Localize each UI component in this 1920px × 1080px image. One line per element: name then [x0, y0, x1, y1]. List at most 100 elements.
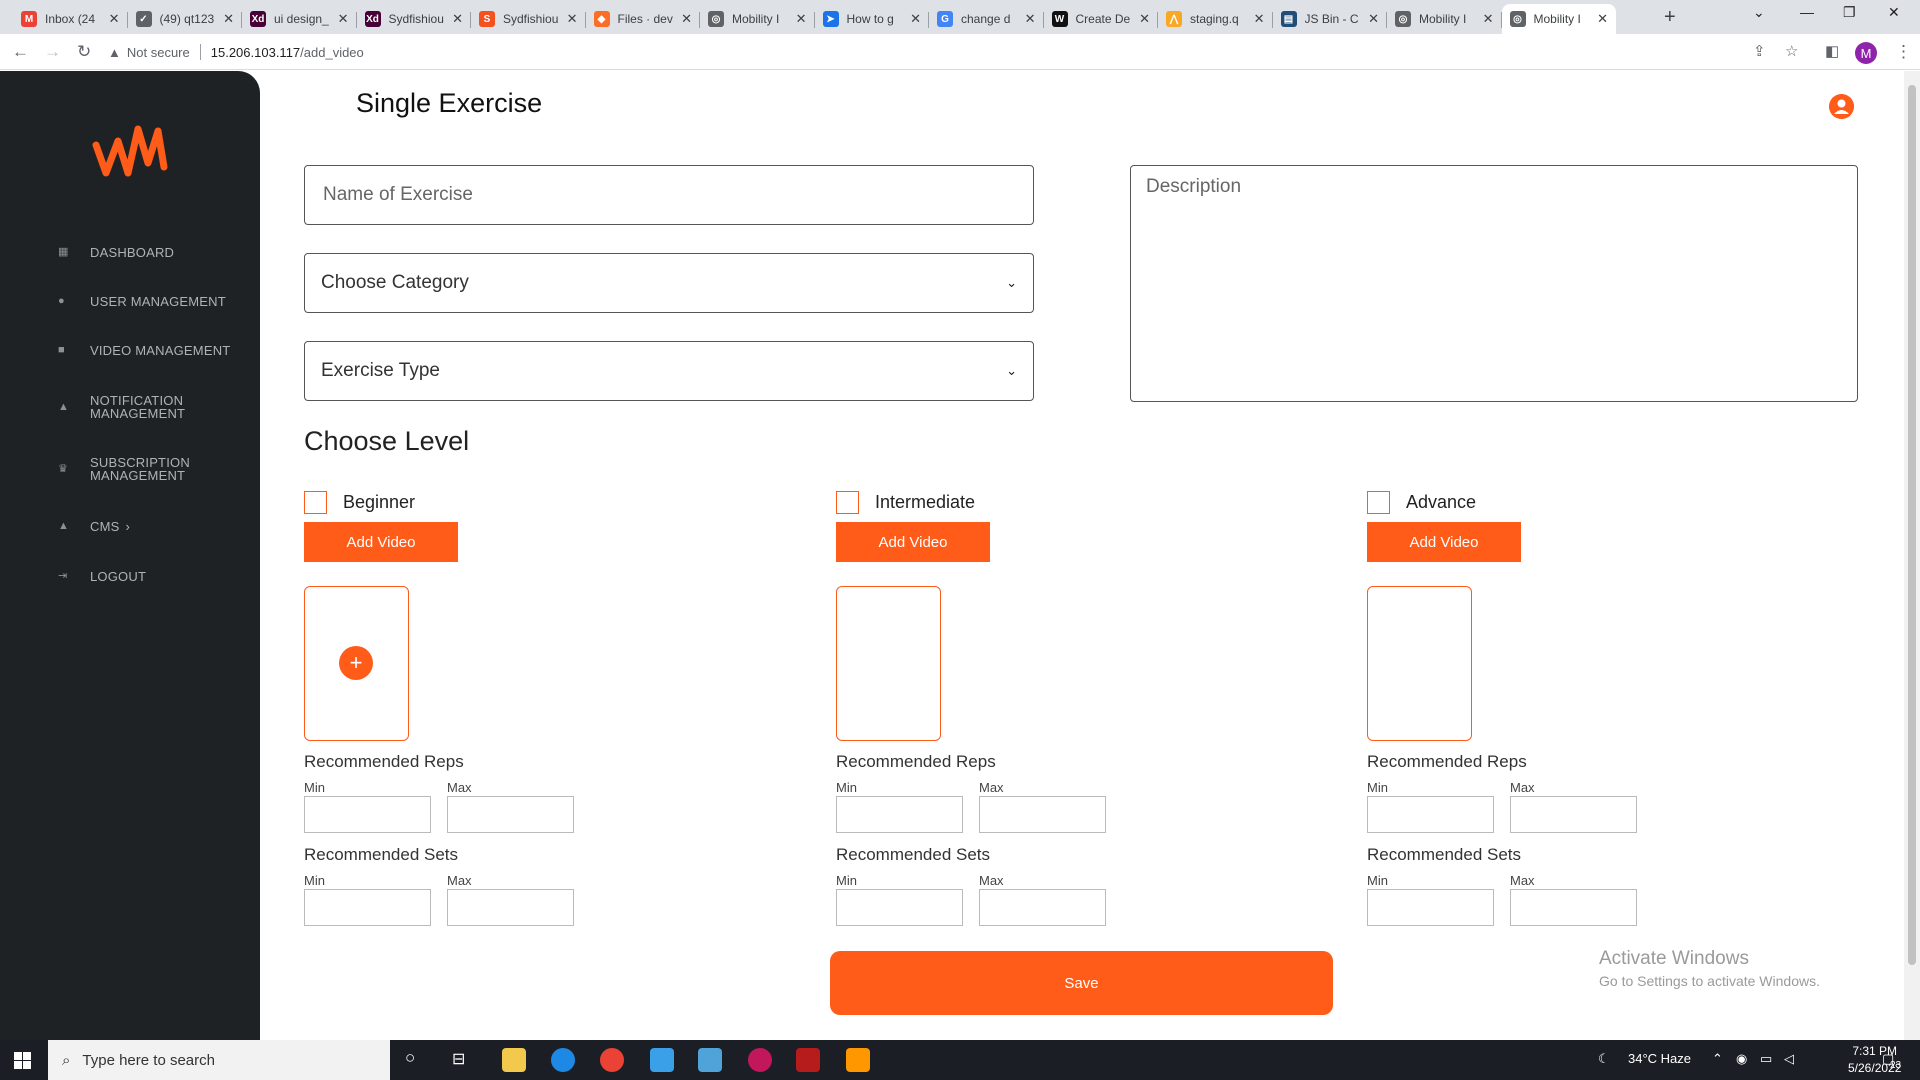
weather-text[interactable]: 34°C Haze [1628, 1051, 1691, 1066]
tab-favicon: Xd [250, 11, 266, 27]
reps-max-input[interactable] [979, 796, 1106, 833]
address-bar[interactable]: ▲ Not secure 15.206.103.117 /add_video [108, 37, 1788, 67]
browser-tab[interactable]: Xd ui design_ ✕ [242, 4, 357, 34]
scrollbar-thumb[interactable] [1908, 85, 1916, 965]
tab-favicon: Xd [364, 11, 381, 27]
minimize-icon[interactable]: — [1800, 4, 1814, 20]
browser-menu-icon[interactable]: ⋮ [1895, 42, 1912, 62]
bookmark-star-icon[interactable]: ☆ [1785, 42, 1798, 60]
add-video-button[interactable]: Add Video [1367, 522, 1521, 562]
tab-close-icon[interactable]: ✕ [567, 11, 578, 27]
browser-tab[interactable]: ▤ JS Bin - C ✕ [1273, 4, 1387, 34]
sidebar-item-video-management[interactable]: ■ VIDEO MANAGEMENT [58, 344, 230, 357]
windows-start-icon[interactable] [14, 1052, 31, 1069]
sets-max-input[interactable] [1510, 889, 1637, 926]
reps-min-input[interactable] [1367, 796, 1494, 833]
sets-min-input[interactable] [304, 889, 431, 926]
close-window-icon[interactable]: ✕ [1888, 4, 1900, 21]
description-textarea[interactable] [1130, 165, 1858, 402]
sets-max-input[interactable] [447, 889, 574, 926]
add-video-button[interactable]: Add Video [836, 522, 990, 562]
sets-max-input[interactable] [979, 889, 1106, 926]
tab-close-icon[interactable]: ✕ [1483, 11, 1494, 27]
browser-tab[interactable]: ⋀ staging.q ✕ [1158, 4, 1273, 34]
reload-icon[interactable]: ↻ [77, 42, 91, 62]
skype-icon[interactable] [650, 1048, 674, 1072]
exercise-name-input[interactable] [304, 165, 1034, 225]
tab-close-icon[interactable]: ✕ [1139, 11, 1150, 27]
browser-tab[interactable]: S Sydfishiou ✕ [471, 4, 586, 34]
weather-icon[interactable]: ☾ [1598, 1051, 1610, 1067]
tab-close-icon[interactable]: ✕ [109, 11, 120, 27]
tab-close-icon[interactable]: ✕ [338, 11, 349, 27]
edge-icon[interactable] [551, 1048, 575, 1072]
browser-tab[interactable]: ◎ Mobility I ✕ [1501, 4, 1616, 34]
video-upload-box[interactable] [1367, 586, 1472, 741]
tab-close-icon[interactable]: ✕ [796, 11, 807, 27]
browser-tab[interactable]: ✓ (49) qt123 ✕ [128, 4, 242, 34]
tab-close-icon[interactable]: ✕ [1368, 11, 1379, 27]
side-panel-icon[interactable]: ◧ [1825, 42, 1839, 60]
sets-min-input[interactable] [836, 889, 963, 926]
profile-avatar[interactable]: M [1855, 42, 1877, 64]
back-icon[interactable]: ← [12, 42, 29, 62]
level-checkbox[interactable] [304, 491, 327, 514]
tab-favicon: W [1051, 11, 1068, 27]
sublime-icon[interactable] [846, 1048, 870, 1072]
page-scrollbar[interactable] [1904, 71, 1920, 1040]
display-icon[interactable]: ▭ [1760, 1051, 1772, 1067]
taskbar-search[interactable]: ⌕ Type here to search [48, 1040, 390, 1080]
exercise-type-select[interactable]: Exercise Type ⌄ [304, 341, 1034, 401]
sidebar-item-notification-management[interactable]: ▲ NOTIFICATION MANAGEMENT [58, 394, 185, 420]
browser-tab[interactable]: ➤ How to g ✕ [815, 4, 929, 34]
tab-close-icon[interactable]: ✕ [1597, 11, 1608, 27]
sidebar-item-user-management[interactable]: ● USER MANAGEMENT [58, 295, 226, 308]
reps-min-input[interactable] [304, 796, 431, 833]
forward-icon[interactable]: → [44, 42, 61, 62]
tray-chevron-icon[interactable]: ⌃ [1712, 1051, 1723, 1067]
filezilla-icon[interactable] [796, 1048, 820, 1072]
sidebar-item-dashboard[interactable]: ▦ DASHBOARD [58, 246, 174, 259]
maximize-icon[interactable]: ❐ [1843, 4, 1856, 21]
tab-close-icon[interactable]: ✕ [452, 11, 463, 27]
level-checkbox[interactable] [836, 491, 859, 514]
tab-close-icon[interactable]: ✕ [1025, 11, 1036, 27]
share-icon[interactable]: ⇪ [1753, 42, 1766, 60]
browser-tab[interactable]: W Create De ✕ [1044, 4, 1158, 34]
tab-close-icon[interactable]: ✕ [910, 11, 921, 27]
category-select[interactable]: Choose Category ⌄ [304, 253, 1034, 313]
cortana-icon[interactable]: ○ [405, 1048, 415, 1068]
network-icon[interactable]: ◉ [1736, 1051, 1747, 1067]
browser-tab[interactable]: ◆ Files · dev ✕ [586, 4, 700, 34]
level-checkbox[interactable] [1367, 491, 1390, 514]
chrome-icon[interactable] [600, 1048, 624, 1072]
add-video-button[interactable]: Add Video [304, 522, 458, 562]
tab-search-icon[interactable]: ⌄ [1753, 4, 1765, 21]
browser-tab[interactable]: ◎ Mobility I ✕ [1387, 4, 1502, 34]
save-button[interactable]: Save [830, 951, 1333, 1015]
sidebar-item-logout[interactable]: ⇥ LOGOUT [58, 570, 146, 583]
tab-close-icon[interactable]: ✕ [681, 11, 692, 27]
volume-icon[interactable]: ◁ [1784, 1051, 1794, 1067]
sidebar-item-subscription-management[interactable]: ♛ SUBSCRIPTION MANAGEMENT [58, 456, 190, 482]
tab-close-icon[interactable]: ✕ [223, 11, 234, 27]
plus-icon[interactable]: + [339, 646, 373, 680]
video-upload-box[interactable]: + [304, 586, 409, 741]
app-window-icon[interactable] [698, 1048, 722, 1072]
sets-min-input[interactable] [1367, 889, 1494, 926]
chrome-profile-icon[interactable] [748, 1048, 772, 1072]
browser-tab[interactable]: M Inbox (24 ✕ [13, 4, 128, 34]
browser-tab[interactable]: ◎ Mobility I ✕ [700, 4, 815, 34]
task-view-icon[interactable]: ⊟ [452, 1049, 465, 1069]
user-account-icon[interactable] [1829, 94, 1854, 119]
reps-max-input[interactable] [447, 796, 574, 833]
video-upload-box[interactable] [836, 586, 941, 741]
browser-tab[interactable]: Xd Sydfishiou ✕ [357, 4, 471, 34]
sidebar-item-cms[interactable]: ▲ CMS › [58, 520, 130, 533]
new-tab-button[interactable]: + [1664, 6, 1676, 29]
file-explorer-icon[interactable] [502, 1048, 526, 1072]
reps-min-input[interactable] [836, 796, 963, 833]
browser-tab[interactable]: Gchange d ✕ [929, 4, 1044, 34]
tab-close-icon[interactable]: ✕ [1254, 11, 1265, 27]
reps-max-input[interactable] [1510, 796, 1637, 833]
